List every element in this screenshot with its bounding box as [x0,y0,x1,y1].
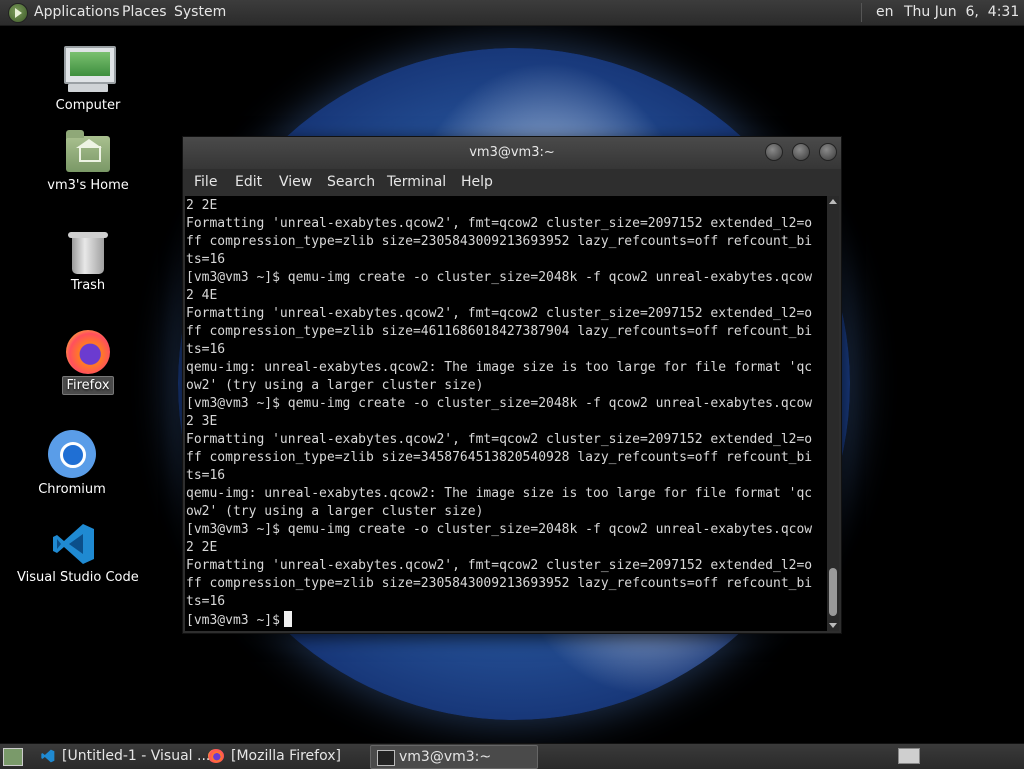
desktop-icon-firefox[interactable]: Firefox [44,326,132,396]
top-panel: Applications Places System en Thu Jun 6,… [0,0,1024,26]
terminal-scrollbar[interactable] [827,196,839,631]
terminal-line: ts=16 [186,342,226,357]
menu-logo-icon[interactable] [8,3,28,23]
places-menu[interactable]: Places [122,4,167,20]
menu-view[interactable]: View [279,174,312,190]
desktop-icon-label: Chromium [38,482,106,497]
trash-icon [68,232,108,274]
computer-base [68,84,108,92]
terminal-line: ow2' (try using a larger cluster size) [186,378,484,393]
system-menu[interactable]: System [174,4,226,20]
keyboard-layout-indicator[interactable]: en [876,4,894,20]
scroll-up-icon[interactable] [829,199,837,204]
terminal-line: qemu-img: unreal-exabytes.qcow2: The ima… [186,360,813,375]
terminal-output[interactable]: 2 2E Formatting 'unreal-exabytes.qcow2', … [185,196,827,631]
terminal-line: Formatting 'unreal-exabytes.qcow2', fmt=… [186,558,813,573]
terminal-line: ts=16 [186,468,226,483]
terminal-line: qemu-img: unreal-exabytes.qcow2: The ima… [186,486,813,501]
task-terminal[interactable]: vm3@vm3:~ [370,745,538,769]
window-titlebar[interactable]: vm3@vm3:~ [183,137,841,169]
maximize-button[interactable] [792,143,810,161]
terminal-text: 2 2E Formatting 'unreal-exabytes.qcow2', … [186,197,812,630]
terminal-window[interactable]: vm3@vm3:~ File Edit View Search Terminal… [182,136,842,634]
computer-icon [64,46,116,84]
desktop-icon-home[interactable]: vm3's Home [40,130,136,196]
window-title: vm3@vm3:~ [469,145,555,160]
vscode-icon [41,749,55,763]
task-label: vm3@vm3:~ [399,749,492,765]
desktop-icon-label: Firefox [62,376,114,395]
workspace-switcher[interactable] [898,748,920,764]
firefox-icon [66,330,110,374]
desktop-icon-label: Trash [70,278,106,293]
applications-menu[interactable]: Applications [34,4,120,20]
panel-separator [861,3,862,22]
terminal-line: ff compression_type=zlib size=2305843009… [186,234,813,249]
desktop-icon-vscode[interactable]: Visual Studio Code [14,520,139,590]
home-folder-icon [66,130,110,172]
desktop-icon-label: vm3's Home [47,178,129,193]
terminal-line: ow2' (try using a larger cluster size) [186,504,484,519]
terminal-line: Formatting 'unreal-exabytes.qcow2', fmt=… [186,216,813,231]
terminal-line: 2 2E [186,198,218,213]
terminal-prompt-line: [vm3@vm3 ~]$ [186,611,812,630]
task-label: [Mozilla Firefox] [231,748,341,764]
terminal-prompt: [vm3@vm3 ~]$ [186,613,280,628]
menu-file[interactable]: File [194,174,217,190]
close-button[interactable] [819,143,837,161]
scrollbar-thumb[interactable] [829,568,837,616]
terminal-line: ts=16 [186,252,226,267]
chromium-icon [48,430,96,478]
terminal-line: 2 2E [186,540,218,555]
terminal-menubar: File Edit View Search Terminal Help [183,169,841,196]
clock[interactable]: Thu Jun 6, 4:31 PM [904,4,1024,20]
terminal-line: Formatting 'unreal-exabytes.qcow2', fmt=… [186,306,813,321]
menu-help[interactable]: Help [461,174,493,190]
vscode-icon [53,524,94,564]
terminal-line: ff compression_type=zlib size=2305843009… [186,576,813,591]
desktop-icon-label: Visual Studio Code [17,570,139,585]
terminal-line: ff compression_type=zlib size=3458764513… [186,450,813,465]
menu-edit[interactable]: Edit [235,174,262,190]
menu-search[interactable]: Search [327,174,375,190]
terminal-line: [vm3@vm3 ~]$ qemu-img create -o cluster_… [186,522,813,537]
terminal-line: ts=16 [186,594,226,609]
terminal-icon [377,750,395,766]
terminal-line: 2 3E [186,414,218,429]
firefox-icon [208,749,224,763]
desktop-icon-trash[interactable]: Trash [44,230,132,294]
text-cursor [283,611,292,627]
terminal-line: Formatting 'unreal-exabytes.qcow2', fmt=… [186,432,813,447]
task-vscode[interactable]: [Untitled-1 - Visual ... [36,745,210,767]
task-label: [Untitled-1 - Visual ... [62,748,211,764]
terminal-line: [vm3@vm3 ~]$ qemu-img create -o cluster_… [186,396,813,411]
terminal-line: ff compression_type=zlib size=4611686018… [186,324,813,339]
bottom-panel: [Untitled-1 - Visual ... [Mozilla Firefo… [0,743,1024,769]
desktop-icon-computer[interactable]: Computer [44,46,132,116]
minimize-button[interactable] [765,143,783,161]
terminal-line: 2 4E [186,288,218,303]
menu-terminal[interactable]: Terminal [387,174,446,190]
desktop-icon-label: Computer [55,98,121,113]
task-firefox[interactable]: [Mozilla Firefox] [204,745,364,767]
show-desktop-icon[interactable] [3,748,23,766]
desktop-icon-chromium[interactable]: Chromium [28,430,116,500]
terminal-line: [vm3@vm3 ~]$ qemu-img create -o cluster_… [186,270,813,285]
scroll-down-icon[interactable] [829,623,837,628]
